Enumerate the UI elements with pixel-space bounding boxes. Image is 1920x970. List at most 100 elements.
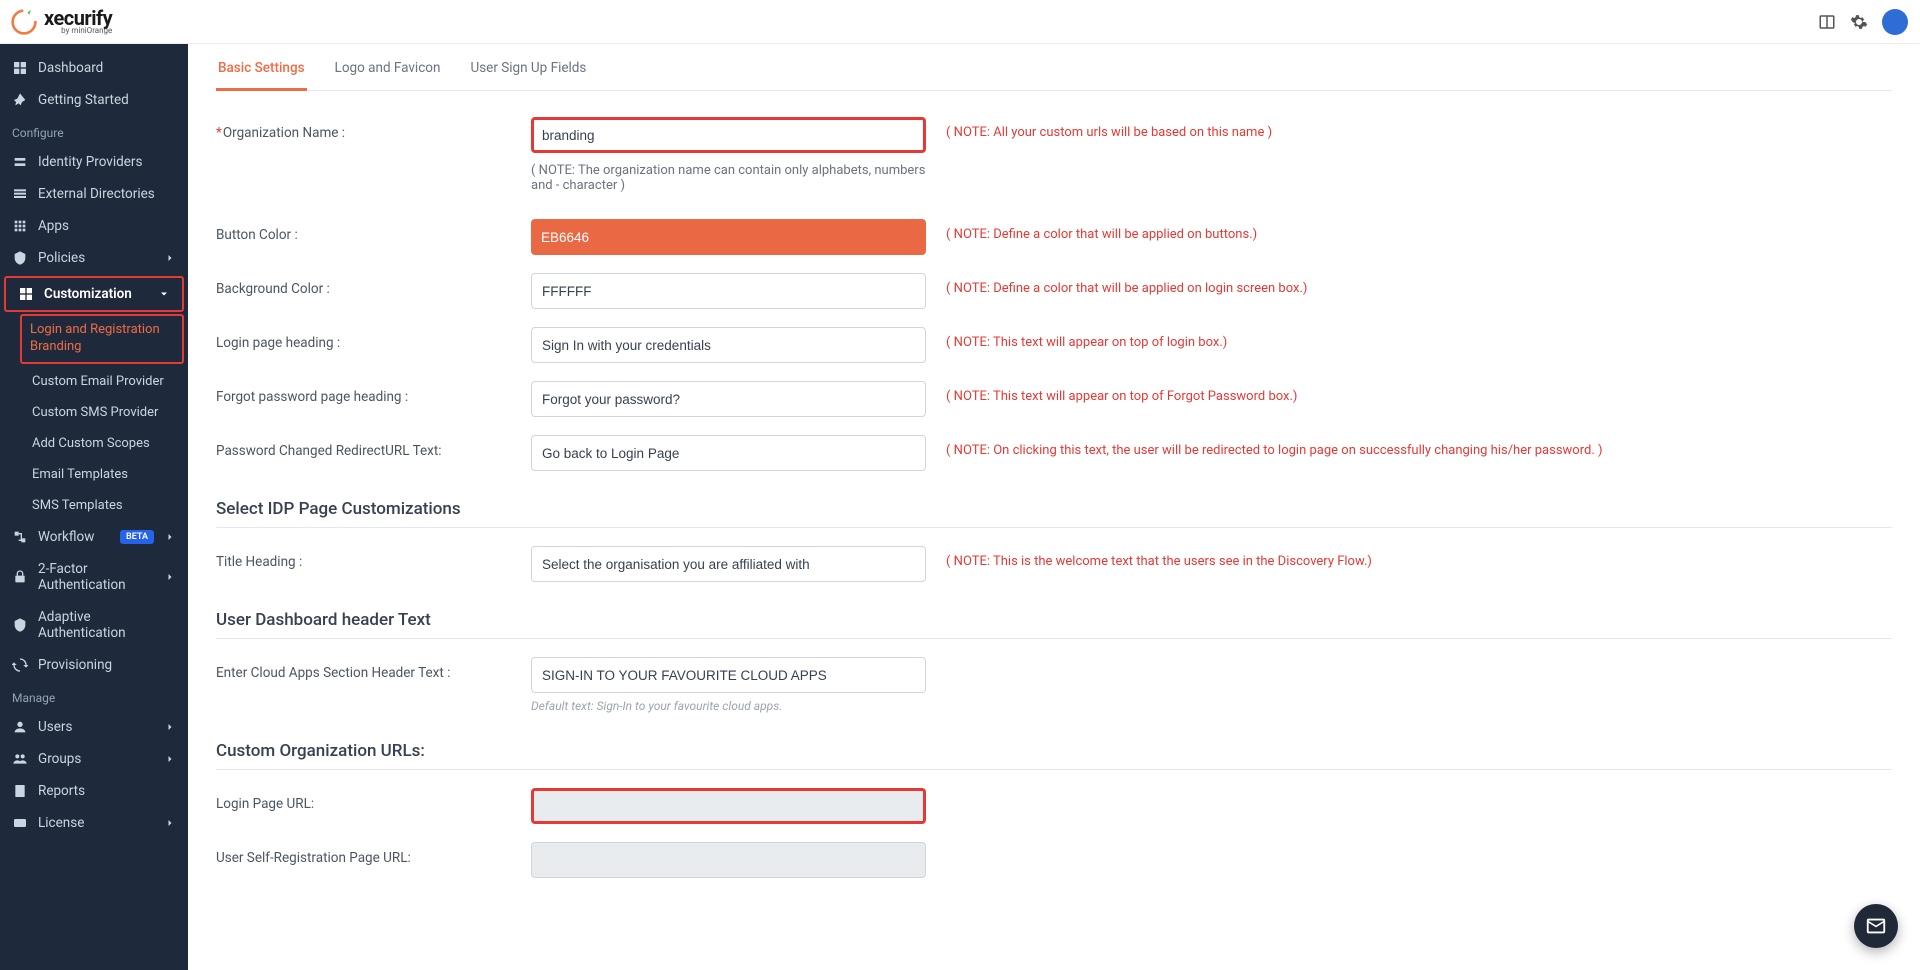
cloud-subnote: Default text: Sign-In to your favourite … — [531, 699, 926, 713]
groups-icon — [12, 751, 28, 767]
org-name-note: ( NOTE: All your custom urls will be bas… — [946, 117, 1892, 140]
label-text: Organization Name : — [223, 125, 345, 141]
nav-label: Provisioning — [38, 657, 176, 673]
reports-icon — [12, 783, 28, 799]
selfreg-url-label: User Self-Registration Page URL: — [216, 842, 531, 866]
urls-section-heading: Custom Organization URLs: — [216, 741, 1892, 761]
sidebar-item-2fa[interactable]: 2-Factor Authentication — [0, 553, 188, 601]
nav-label: Groups — [38, 751, 154, 767]
logo[interactable]: xecurify by miniOrange — [10, 8, 112, 36]
tab-logo-favicon[interactable]: Logo and Favicon — [333, 48, 443, 91]
policies-icon — [12, 250, 28, 266]
beta-badge: BETA — [120, 530, 154, 544]
row-pwd-redirect: Password Changed RedirectURL Text: ( NOT… — [216, 435, 1892, 471]
title-heading-input[interactable] — [531, 546, 926, 582]
button-color-input[interactable] — [531, 219, 926, 255]
title-heading-note: ( NOTE: This is the welcome text that th… — [946, 546, 1892, 569]
customization-subitems: Login and Registration Branding Custom E… — [0, 314, 188, 521]
sidebar-item-getting-started[interactable]: Getting Started — [0, 84, 188, 116]
nav-label: Workflow — [38, 529, 110, 545]
main-content: Basic Settings Logo and Favicon User Sig… — [188, 44, 1920, 970]
row-bg-color: Background Color : ( NOTE: Define a colo… — [216, 273, 1892, 309]
nav-label: Identity Providers — [38, 154, 176, 170]
nav-label: Customization — [44, 286, 148, 302]
bg-color-label: Background Color : — [216, 273, 531, 297]
sidebar-item-customization[interactable]: Customization — [4, 276, 184, 312]
sub-item-email-provider[interactable]: Custom Email Provider — [0, 366, 188, 397]
sub-item-email-templates[interactable]: Email Templates — [0, 459, 188, 490]
row-forgot-heading: Forgot password page heading : ( NOTE: T… — [216, 381, 1892, 417]
sidebar-item-external-directories[interactable]: External Directories — [0, 178, 188, 210]
nav-label: Users — [38, 719, 154, 735]
nav-label: Adaptive Authentication — [38, 609, 176, 641]
idp-section-heading: Select IDP Page Customizations — [216, 499, 1892, 519]
login-heading-input[interactable] — [531, 327, 926, 363]
workflow-icon — [12, 529, 28, 545]
sub-item-login-branding[interactable]: Login and Registration Branding — [20, 314, 184, 364]
chevron-down-icon — [158, 288, 170, 300]
nav-label: Reports — [38, 783, 176, 799]
apps-icon — [12, 218, 28, 234]
chevron-right-icon — [164, 531, 176, 543]
tab-signup-fields[interactable]: User Sign Up Fields — [468, 48, 588, 91]
nav-label: Apps — [38, 218, 176, 234]
sidebar-item-groups[interactable]: Groups — [0, 743, 188, 775]
docs-icon[interactable] — [1818, 13, 1836, 31]
avatar[interactable] — [1882, 9, 1908, 35]
sidebar-item-license[interactable]: License — [0, 807, 188, 839]
chevron-right-icon — [164, 753, 176, 765]
login-url-input — [531, 788, 926, 824]
shield-icon — [12, 617, 28, 633]
org-name-label: *Organization Name : — [216, 117, 531, 141]
help-fab[interactable] — [1854, 904, 1898, 948]
row-title-heading: Title Heading : ( NOTE: This is the welc… — [216, 546, 1892, 582]
chevron-right-icon — [164, 817, 176, 829]
pwd-redirect-label: Password Changed RedirectURL Text: — [216, 435, 531, 459]
idp-icon — [12, 154, 28, 170]
sidebar-item-adaptive-auth[interactable]: Adaptive Authentication — [0, 601, 188, 649]
brand-name: xecurify — [44, 8, 112, 28]
sub-item-sms-provider[interactable]: Custom SMS Provider — [0, 397, 188, 428]
sidebar-section-configure: Configure — [0, 116, 188, 146]
sub-item-custom-scopes[interactable]: Add Custom Scopes — [0, 428, 188, 459]
button-color-label: Button Color : — [216, 219, 531, 243]
pwd-redirect-input[interactable] — [531, 435, 926, 471]
tab-basic-settings[interactable]: Basic Settings — [216, 48, 307, 91]
dashboard-section-heading: User Dashboard header Text — [216, 610, 1892, 630]
header: xecurify by miniOrange — [0, 0, 1920, 44]
sub-item-sms-templates[interactable]: SMS Templates — [0, 490, 188, 521]
sidebar-item-apps[interactable]: Apps — [0, 210, 188, 242]
divider — [216, 638, 1892, 639]
row-login-heading: Login page heading : ( NOTE: This text w… — [216, 327, 1892, 363]
sidebar-item-provisioning[interactable]: Provisioning — [0, 649, 188, 681]
sidebar: Dashboard Getting Started Configure Iden… — [0, 44, 188, 970]
sidebar-item-policies[interactable]: Policies — [0, 242, 188, 274]
forgot-label: Forgot password page heading : — [216, 381, 531, 405]
row-cloud-apps: Enter Cloud Apps Section Header Text : D… — [216, 657, 1892, 713]
sidebar-item-users[interactable]: Users — [0, 711, 188, 743]
nav-label: Getting Started — [38, 92, 176, 108]
nav-label: Policies — [38, 250, 154, 266]
org-name-subnote: ( NOTE: The organization name can contai… — [531, 163, 926, 193]
nav-label: External Directories — [38, 186, 176, 202]
sidebar-section-manage: Manage — [0, 681, 188, 711]
nav-label: 2-Factor Authentication — [38, 561, 154, 593]
sidebar-item-identity-providers[interactable]: Identity Providers — [0, 146, 188, 178]
cloud-input[interactable] — [531, 657, 926, 693]
row-org-name: *Organization Name : ( NOTE: The organiz… — [216, 117, 1892, 201]
org-name-input[interactable] — [531, 117, 926, 153]
gear-icon[interactable] — [1850, 13, 1868, 31]
sidebar-item-dashboard[interactable]: Dashboard — [0, 52, 188, 84]
selfreg-url-input — [531, 842, 926, 878]
bg-color-input[interactable] — [531, 273, 926, 309]
login-heading-label: Login page heading : — [216, 327, 531, 351]
license-icon — [12, 815, 28, 831]
login-url-label: Login Page URL: — [216, 788, 531, 812]
cloud-label: Enter Cloud Apps Section Header Text : — [216, 657, 531, 681]
forgot-input[interactable] — [531, 381, 926, 417]
row-button-color: Button Color : ( NOTE: Define a color th… — [216, 219, 1892, 255]
bg-color-note: ( NOTE: Define a color that will be appl… — [946, 273, 1892, 296]
sidebar-item-workflow[interactable]: Workflow BETA — [0, 521, 188, 553]
customization-icon — [18, 286, 34, 302]
sidebar-item-reports[interactable]: Reports — [0, 775, 188, 807]
